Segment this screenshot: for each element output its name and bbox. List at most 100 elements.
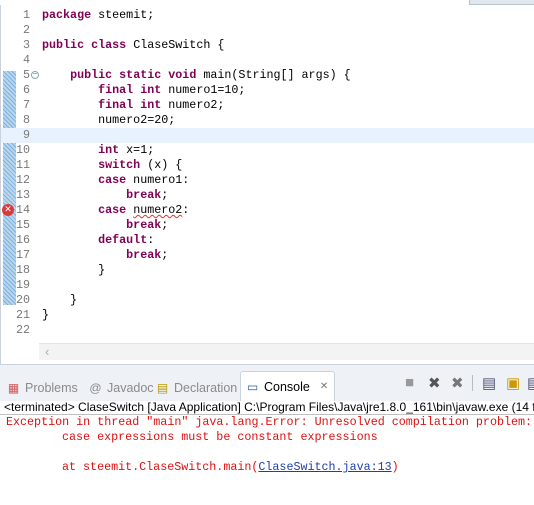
code-text: case numero2: <box>42 203 189 218</box>
code-line[interactable]: 6 final int numero1=10; <box>1 83 534 98</box>
code-token: numero2; <box>161 98 225 112</box>
code-line[interactable]: 11 switch (x) { <box>1 158 534 173</box>
code-line[interactable]: 20 } <box>1 293 534 308</box>
line-number: 7 <box>22 98 30 112</box>
terminate-icon[interactable]: ■ <box>405 374 414 391</box>
code-editor[interactable]: 1 package steemit; 2 3 public class ClaseSwi… <box>0 5 534 365</box>
line-number: 8 <box>22 113 30 127</box>
tab-problems[interactable]: ▦ Problems <box>6 374 78 401</box>
code-text: } <box>42 263 105 278</box>
code-text: package steemit; <box>42 8 154 23</box>
code-line[interactable]: 8 numero2=20; <box>1 113 534 128</box>
keyword: break <box>126 248 162 262</box>
code-line[interactable]: 19 <box>1 278 534 293</box>
keyword: public <box>70 68 113 82</box>
code-line[interactable]: 17 break; <box>1 248 534 263</box>
line-number: 13 <box>15 188 30 202</box>
line-number: 18 <box>15 263 30 277</box>
code-text: } <box>42 308 49 323</box>
remove-launch-icon[interactable]: ✖ <box>428 374 441 392</box>
console-error-line: Exception in thread "main" java.lang.Err… <box>6 415 534 429</box>
code-line[interactable]: 9 <box>1 128 534 143</box>
code-token: } <box>42 293 78 307</box>
code-token: : <box>147 233 155 247</box>
line-number: 12 <box>15 173 30 187</box>
keyword: public <box>42 38 85 52</box>
keyword: switch <box>98 158 141 172</box>
code-line[interactable]: 2 <box>1 23 534 38</box>
line-number: 22 <box>15 323 30 337</box>
line-number: 11 <box>15 158 30 172</box>
fold-toggle-icon[interactable]: − <box>31 71 39 79</box>
code-line[interactable]: 5− public static void main(String[] args… <box>1 68 534 83</box>
code-text: public static void main(String[] args) { <box>42 68 351 83</box>
line-number: 4 <box>22 53 30 67</box>
code-line[interactable]: 10 int x=1; <box>1 143 534 158</box>
horizontal-scrollbar[interactable]: ‹ <box>39 343 534 360</box>
panel-tab-bar: ▦ Problems @ Javadoc ▤ Declaration ▭ Console… <box>0 365 534 402</box>
code-line[interactable]: 7 final int numero2; <box>1 98 534 113</box>
line-number: 9 <box>22 128 30 142</box>
code-line[interactable]: 12 case numero1: <box>1 173 534 188</box>
clear-console-icon[interactable]: ▤ <box>482 374 496 392</box>
code-token: ; <box>161 248 169 262</box>
code-line[interactable]: 15 break; <box>1 218 534 233</box>
line-number: 21 <box>15 308 30 322</box>
keyword: break <box>126 188 162 202</box>
console-icon: ▭ <box>246 379 259 394</box>
scroll-lock-icon[interactable]: ▣ <box>506 374 520 392</box>
code-line[interactable]: 16 default: <box>1 233 534 248</box>
line-number: 3 <box>22 38 30 52</box>
code-lines[interactable]: 1 package steemit; 2 3 public class ClaseSwi… <box>1 8 534 338</box>
tab-declaration[interactable]: ▤ Declaration <box>155 374 237 401</box>
code-line[interactable]: 4 <box>1 53 534 68</box>
keyword: int <box>140 98 162 112</box>
console-error-line: case expressions must be constant expres… <box>62 430 378 444</box>
code-token: numero1: <box>126 173 190 187</box>
code-line[interactable]: 3 public class ClaseSwitch { <box>1 38 534 53</box>
console-output[interactable]: Exception in thread "main" java.lang.Err… <box>0 415 534 505</box>
keyword: static <box>119 68 162 82</box>
line-number: 10 <box>15 143 30 157</box>
code-token: main(String[] args) { <box>196 68 351 82</box>
stack-trace-link[interactable]: ClaseSwitch.java:13 <box>258 460 391 474</box>
error-token: numero2 <box>133 203 183 217</box>
code-text: break; <box>42 248 168 263</box>
keyword: final <box>98 83 134 97</box>
code-text: break; <box>42 218 168 233</box>
line-number: 20 <box>15 293 30 307</box>
keyword: break <box>126 218 162 232</box>
code-token: } <box>42 263 106 277</box>
tab-javadoc[interactable]: @ Javadoc <box>88 374 153 401</box>
code-line[interactable]: 13 break; <box>1 188 534 203</box>
line-number: 19 <box>15 278 30 292</box>
code-line[interactable]: 18 } <box>1 263 534 278</box>
code-text: final int numero2; <box>42 98 224 113</box>
code-token: ; <box>161 188 169 202</box>
code-line[interactable]: 1 package steemit; <box>1 8 534 23</box>
close-icon[interactable]: ✕ <box>320 378 328 396</box>
code-line[interactable]: 22 <box>1 323 534 338</box>
code-text: int x=1; <box>42 143 154 158</box>
code-token: numero1=10; <box>161 83 246 97</box>
keyword: case <box>98 173 127 187</box>
code-token: x=1; <box>119 143 155 157</box>
tab-console[interactable]: ▭ Console ✕ <box>240 371 336 402</box>
error-marker-icon[interactable]: ✕ <box>2 204 14 216</box>
code-line[interactable]: 14 ✕ case numero2: <box>1 203 534 218</box>
toolbar-divider <box>472 375 473 391</box>
remove-all-launches-icon[interactable]: ✖ <box>451 374 464 392</box>
code-token: ; <box>161 218 169 232</box>
line-number: 6 <box>22 83 30 97</box>
code-line[interactable]: 21} <box>1 308 534 323</box>
scroll-left-icon[interactable]: ‹ <box>45 344 49 359</box>
word-wrap-icon[interactable]: ▤ <box>527 374 534 392</box>
